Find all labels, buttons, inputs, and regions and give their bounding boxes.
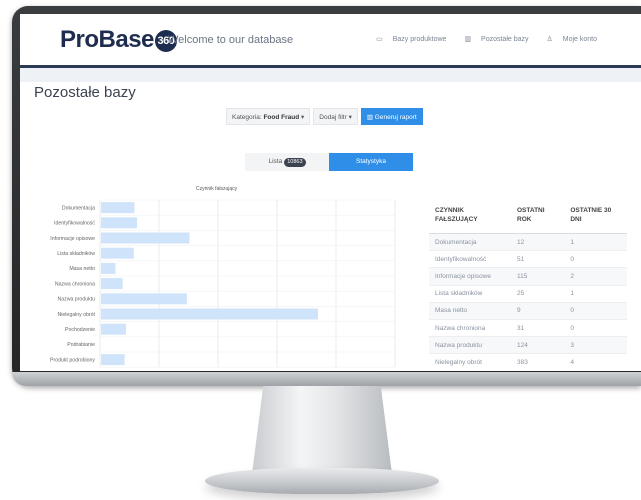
user-icon: ♙ [546, 36, 553, 43]
table-row: Identyfikowalność 51 0 [429, 250, 627, 268]
category-label: Lista składników [57, 251, 95, 257]
category-prefix: Kategoria: [232, 114, 262, 121]
table-cell: 1 [564, 232, 627, 251]
category-label: Pochodzenie [65, 327, 95, 333]
table-cell: Identyfikowalność [429, 250, 511, 268]
category-label: Identyfikowalność [54, 221, 95, 227]
category-label: Nielegalny obrót [58, 312, 96, 318]
category-label: Masa netto [69, 266, 95, 272]
table-row: Masa netto 9 0 [429, 301, 627, 320]
column-header[interactable]: OSTATNIE 30 DNI [564, 197, 627, 234]
tab-statystyka-label: Statystyka [356, 158, 386, 165]
table-cell: 383 [511, 353, 565, 371]
category-label: Nazwa produktu [58, 297, 96, 303]
tab-statystyka[interactable]: Statystyka [329, 153, 413, 171]
category-value: Food Fraud [263, 114, 300, 121]
category-label: Produkt podrobiony [50, 357, 95, 363]
table-row: Dokumentacja 12 1 [429, 232, 627, 251]
nav-item-moje-konto[interactable]: ♙ Moje konto [538, 36, 597, 43]
table-cell: 4 [564, 353, 627, 371]
table-cell: 2 [564, 267, 627, 286]
nav-label: Moje konto [562, 36, 597, 43]
table-cell: Informacje opisowe [429, 267, 511, 286]
category-dropdown[interactable]: Kategoria: Food Fraud ▾ [226, 108, 311, 125]
tab-lista[interactable]: Lista 10863 [245, 153, 329, 171]
table-cell: Masa netto [429, 301, 511, 320]
table-cell: Dokumentacja [429, 232, 511, 251]
table-cell: 0 [564, 301, 627, 320]
bar[interactable] [101, 293, 187, 305]
generate-report-button[interactable]: ▥ Generuj raport [360, 108, 423, 125]
column-header[interactable]: CZYNNIK FAŁSZUJĄCY [429, 197, 511, 234]
caret-down-icon: ▾ [301, 114, 305, 121]
bar[interactable] [101, 262, 116, 274]
bar-chart-icon: ▥ [366, 114, 373, 121]
table-row: Nazwa chroniona 31 0 [429, 318, 627, 337]
welcome-text: Welcome to our database [168, 34, 294, 46]
sub-bar [20, 68, 641, 82]
table-cell: 25 [511, 284, 565, 303]
monitor-base [205, 468, 439, 494]
category-label: Podrabianie [67, 342, 95, 348]
table-row: Nazwa produktu 124 3 [429, 336, 627, 354]
category-label: Nazwa chroniona [55, 281, 95, 287]
screen: ProBase 360 Welcome to our database ▭ Bazy… [20, 14, 641, 371]
tab-lista-label: Lista [268, 158, 283, 165]
nav-item-pozostale-bazy[interactable]: ▥ Pozostałe bazy [456, 36, 528, 43]
bar[interactable] [101, 278, 123, 290]
table-row: Nielegalny obrót 383 4 [429, 353, 627, 371]
bar[interactable] [101, 247, 134, 259]
table-cell: 31 [511, 318, 565, 337]
nav-label: Pozostałe bazy [481, 36, 529, 43]
table-cell: 0 [564, 250, 627, 268]
logo-text: ProBase [60, 26, 154, 53]
table-cell: Lista składników [429, 284, 511, 303]
count-badge: 10863 [284, 158, 306, 167]
top-navbar: ProBase 360 Welcome to our database ▭ Bazy… [20, 14, 641, 68]
table-cell: 115 [511, 267, 565, 286]
bar[interactable] [101, 232, 190, 244]
table-row: Informacje opisowe 115 2 [429, 267, 627, 286]
table-cell: Nazwa produktu [429, 336, 511, 354]
table-cell: 9 [511, 301, 565, 320]
page-title: Pozostałe bazy [34, 84, 136, 101]
category-label: Informacje opisowe [50, 236, 95, 242]
column-header[interactable]: OSTATNI ROK [511, 197, 565, 234]
bar-chart-icon: ▥ [464, 36, 472, 43]
add-filter-label: Dodaj filtr [319, 114, 347, 121]
filter-toolbar: Kategoria: Food Fraud ▾ Dodaj filtr ▾ ▥ … [226, 108, 423, 125]
folder-icon: ▭ [376, 36, 383, 43]
table-cell: Nielegalny obrót [429, 353, 511, 371]
category-label: Dokumentacja [62, 205, 95, 211]
table-cell: Nazwa chroniona [429, 318, 511, 337]
add-filter-dropdown[interactable]: Dodaj filtr ▾ [313, 108, 358, 125]
monitor-chin [12, 372, 641, 386]
table-row: Lista składników 25 1 [429, 284, 627, 303]
bar[interactable] [101, 308, 318, 320]
table-header-row: CZYNNIK FAŁSZUJĄCY OSTATNI ROK OSTATNIE … [429, 197, 627, 234]
monitor-stand [252, 386, 392, 474]
bar-chart: Dokumentacja Identyfikowalność Informacje … [50, 199, 396, 368]
nav-item-bazy-produktowe[interactable]: ▭ Bazy produktowe [368, 36, 446, 43]
stats-table: CZYNNIK FAŁSZUJĄCY OSTATNI ROK OSTATNIE … [429, 197, 627, 371]
bar[interactable] [101, 323, 126, 335]
logo[interactable]: ProBase 360 [60, 26, 177, 54]
main-nav: ▭ Bazy produktowe ▥ Pozostałe bazy ♙ Moje k… [360, 35, 597, 43]
caret-down-icon: ▾ [348, 114, 352, 121]
generate-report-label: Generuj raport [374, 114, 417, 121]
table-cell: 124 [511, 336, 565, 354]
bar[interactable] [101, 354, 125, 366]
bar[interactable] [101, 202, 135, 214]
table-cell: 3 [564, 336, 627, 354]
bar[interactable] [101, 217, 138, 229]
table-cell: 0 [564, 318, 627, 337]
nav-label: Bazy produktowe [392, 36, 447, 43]
table-cell: 51 [511, 250, 565, 268]
table-cell: 12 [511, 232, 565, 251]
table-cell: 1 [564, 284, 627, 303]
view-tabs: Lista 10863 Statystyka [245, 153, 413, 171]
chart-title: Czynnik fałszujący [196, 186, 238, 192]
